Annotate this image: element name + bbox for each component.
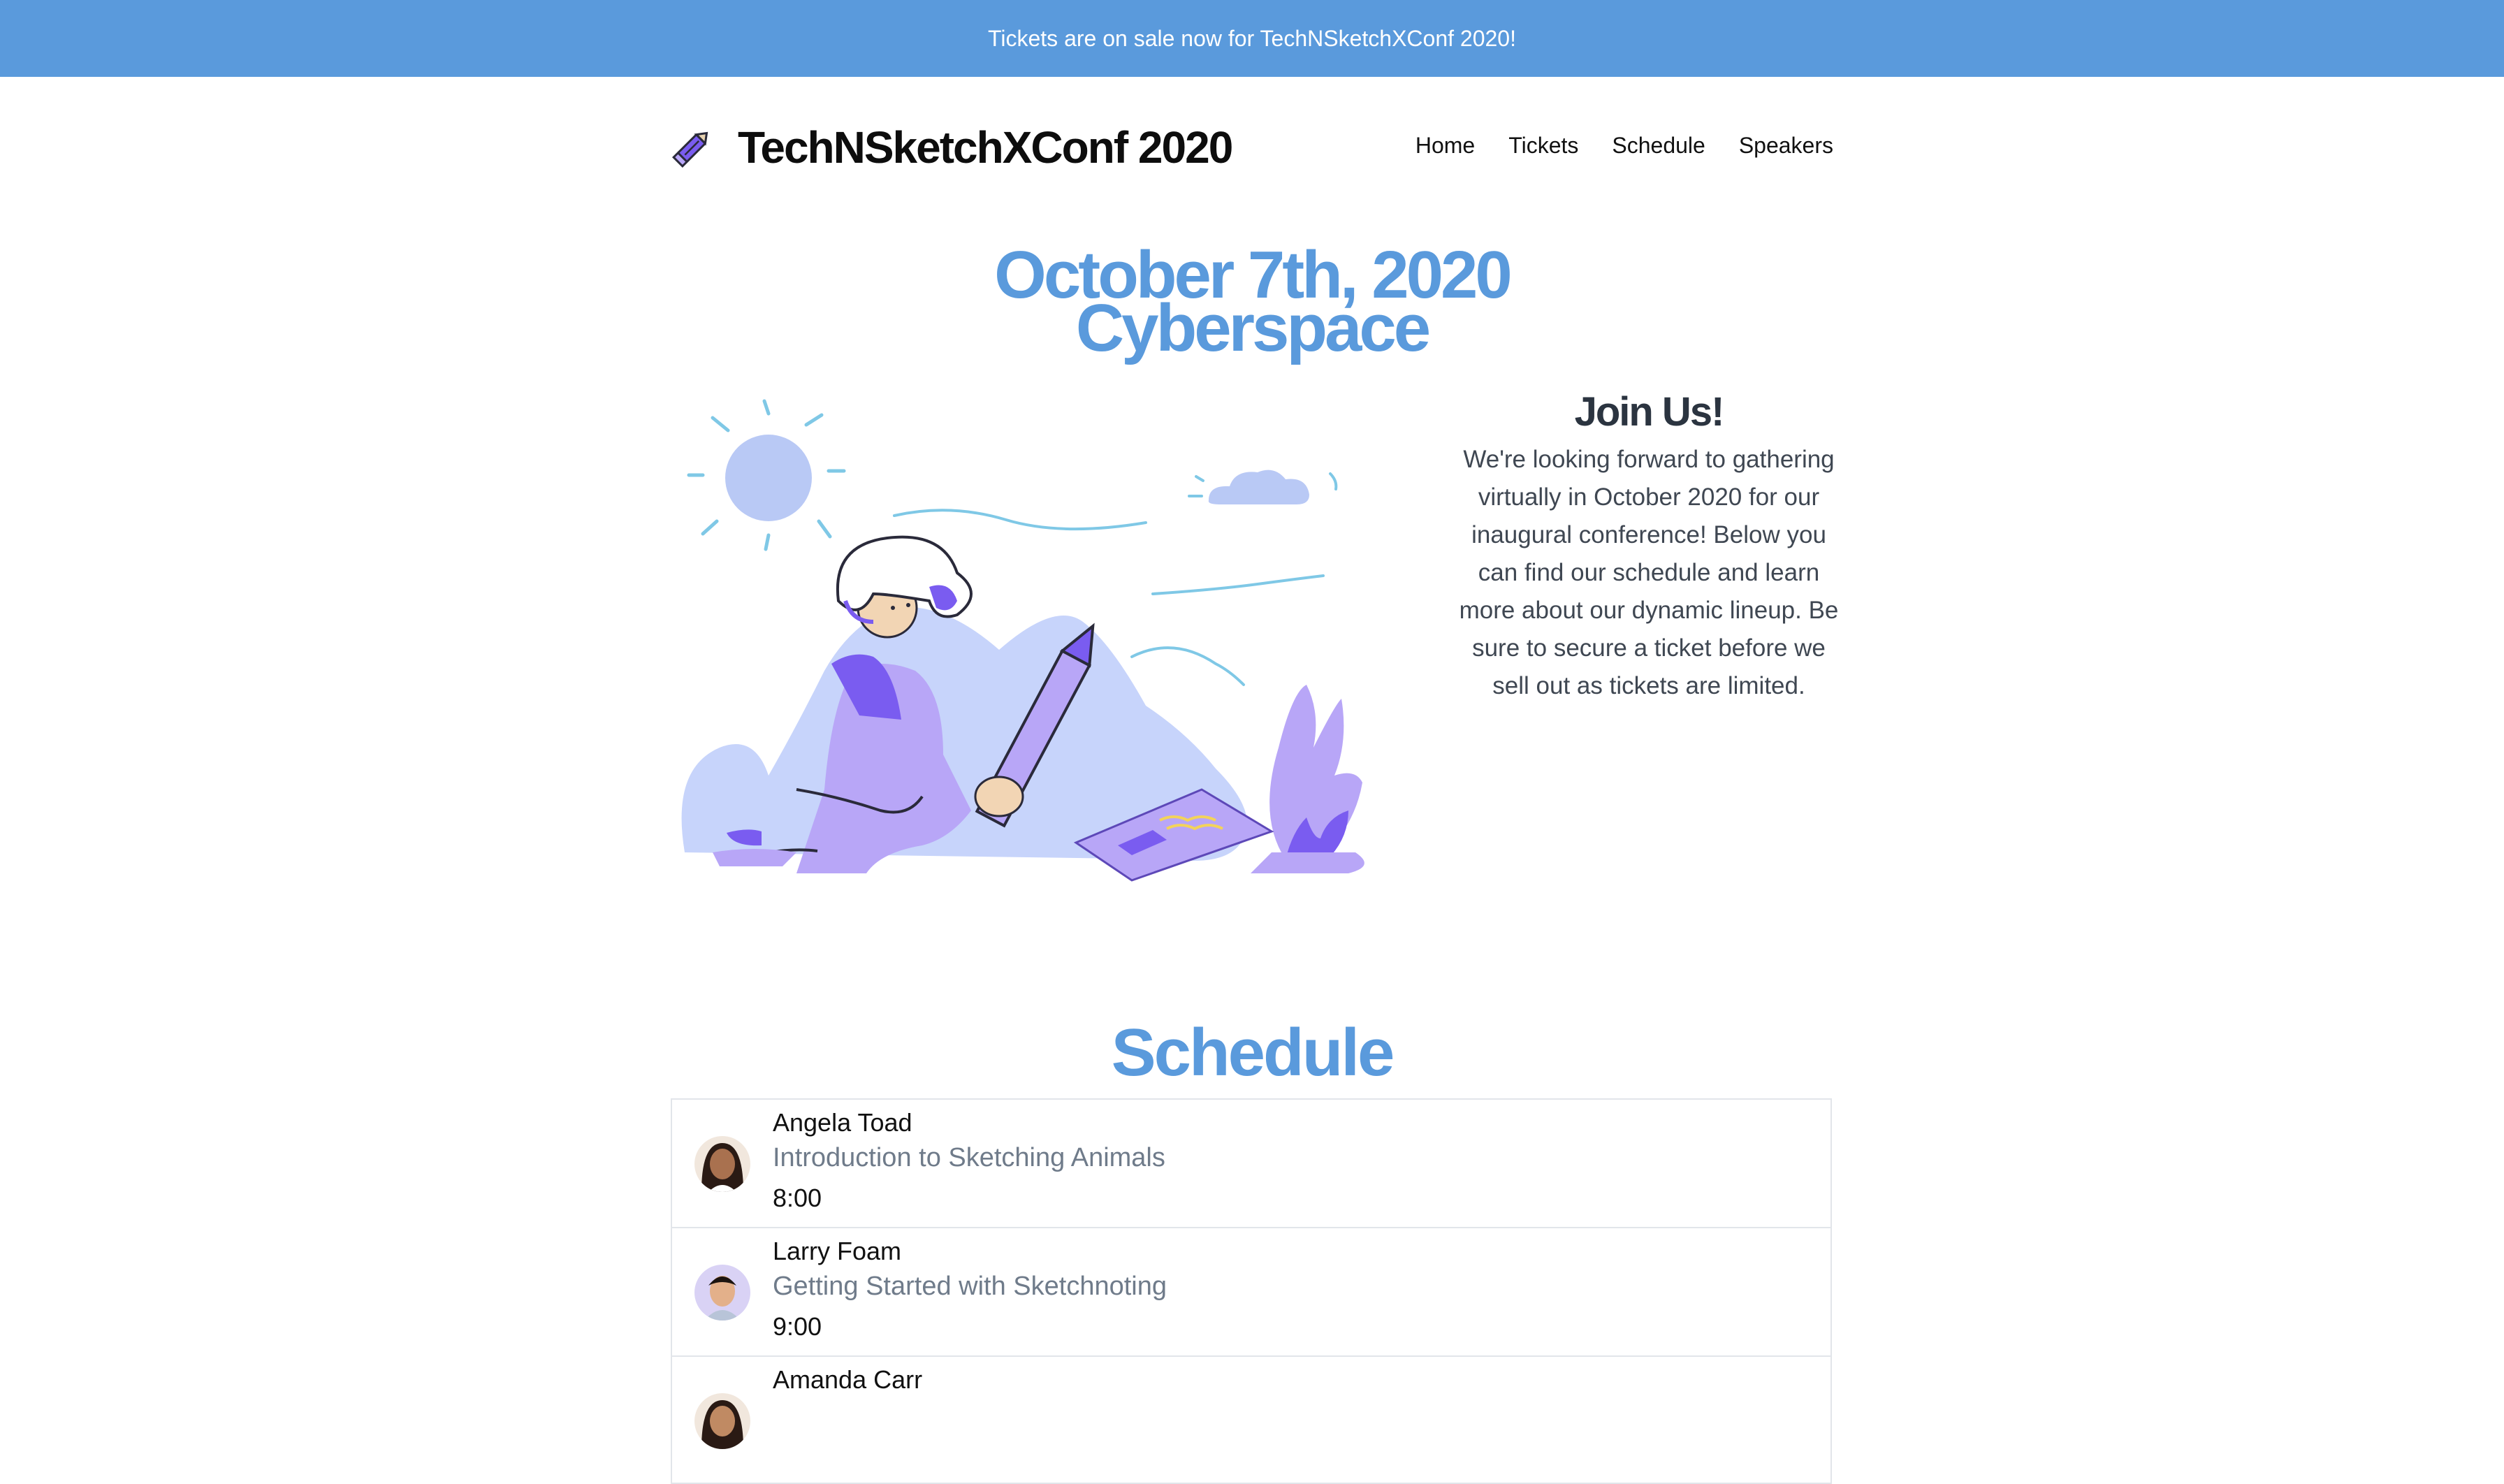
nav-tickets[interactable]: Tickets [1508,133,1578,159]
speaker-name: Larry Foam [773,1237,902,1265]
nav-speakers[interactable]: Speakers [1739,133,1833,159]
site-header: TechNSketchXConf 2020 Home Tickets Sched… [671,112,1833,182]
banner-text: Tickets are on sale now for TechNSketchX… [988,25,1516,51]
join-title: Join Us! [1574,389,1725,435]
talk-title[interactable]: Introduction to Sketching Animals [773,1143,1165,1173]
schedule-title: Schedule [1111,1015,1395,1090]
hero-title: October 7th, 2020 Cyberspace [671,242,1833,365]
speaker-name: Amanda Carr [773,1365,923,1394]
announcement-banner: Tickets are on sale now for TechNSketchX… [0,0,2504,77]
nav-schedule[interactable]: Schedule [1612,133,1705,159]
avatar-woman-icon [694,1393,750,1449]
join-body: We're looking forward to gathering virtu… [1459,446,1839,699]
plant-icon [1251,685,1364,873]
main-nav: Home Tickets Schedule Speakers [1415,133,1833,159]
hero-location: Cyberspace [1075,291,1431,365]
talk-time: 9:00 [773,1312,822,1341]
join-section: Join Us! We're looking forward to gather… [1453,388,1844,705]
schedule-item[interactable]: Amanda Carr [671,1355,1832,1484]
avatar-man-icon [694,1265,750,1321]
speaker-name: Angela Toad [773,1108,912,1137]
sketching-person-illustration [681,399,1364,882]
pencil-icon[interactable] [671,126,714,169]
schedule-item[interactable]: Larry Foam Getting Started with Sketchno… [671,1227,1832,1355]
nav-home[interactable]: Home [1415,133,1475,159]
schedule-list: Angela Toad Introduction to Sketching An… [671,1098,1832,1484]
avatar-woman-icon [694,1136,750,1192]
talk-title[interactable]: Getting Started with Sketchnoting [773,1272,1167,1302]
sun-icon [687,399,846,551]
talk-time: 8:00 [773,1184,822,1212]
site-brand[interactable]: TechNSketchXConf 2020 [738,122,1233,173]
cloud-icon [1208,470,1309,504]
schedule-item[interactable]: Angela Toad Introduction to Sketching An… [671,1098,1832,1227]
